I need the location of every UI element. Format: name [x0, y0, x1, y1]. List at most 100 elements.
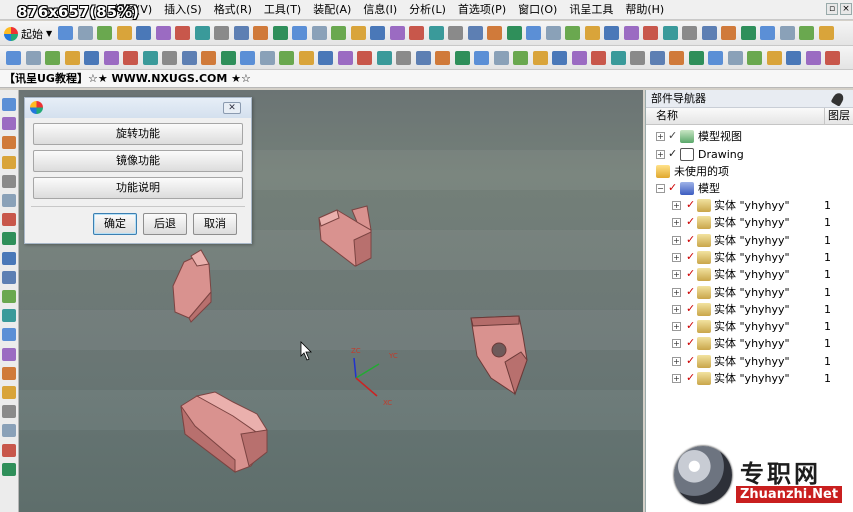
restore-icon[interactable]: ▫	[826, 3, 838, 15]
tree-node-solid-body[interactable]: + ✓ 实体 "yhyhyy" 1	[646, 318, 853, 335]
column-layer[interactable]: 图层	[824, 108, 850, 125]
expand-icon[interactable]: +	[672, 339, 681, 349]
toolbar-tool-icon[interactable]	[708, 51, 723, 65]
menu-item[interactable]: 插入(S)	[158, 3, 208, 17]
mirror-function-button[interactable]: 镜像功能	[33, 150, 243, 172]
toolbar-tool-icon[interactable]	[84, 51, 99, 65]
toolbar-tool-icon[interactable]	[779, 26, 795, 40]
close-window-icon[interactable]: ×	[840, 3, 852, 15]
toolbar-tool-icon[interactable]	[58, 26, 73, 40]
resource-tab-icon[interactable]	[2, 347, 16, 361]
expand-icon[interactable]: +	[672, 252, 681, 262]
toolbar-tool-icon[interactable]	[331, 26, 346, 40]
toolbar-tool-icon[interactable]	[64, 51, 80, 65]
menu-item[interactable]: 信息(I)	[357, 3, 403, 17]
toolbar-tool-icon[interactable]	[467, 26, 483, 40]
expand-icon[interactable]: +	[672, 201, 681, 210]
toolbar-tool-icon[interactable]	[220, 51, 236, 65]
toolbar-tool-icon[interactable]	[513, 51, 528, 65]
toolbar-tool-icon[interactable]	[604, 26, 619, 40]
toolbar-tool-icon[interactable]	[474, 51, 489, 65]
resource-tab-icon[interactable]	[2, 98, 16, 111]
resource-tab-icon[interactable]	[2, 270, 16, 284]
function-help-button[interactable]: 功能说明	[33, 177, 243, 199]
menu-item[interactable]: 装配(A)	[307, 3, 357, 17]
menu-item[interactable]: 分析(L)	[403, 3, 452, 17]
cancel-button[interactable]: 取消	[193, 213, 237, 235]
toolbar-tool-icon[interactable]	[370, 26, 385, 40]
toolbar-tool-icon[interactable]	[454, 51, 470, 65]
toolbar-tool-icon[interactable]	[630, 51, 645, 65]
toolbar-tool-icon[interactable]	[103, 51, 119, 65]
toolbar-tool-icon[interactable]	[337, 51, 353, 65]
toolbar-tool-icon[interactable]	[545, 26, 561, 40]
toolbar-tool-icon[interactable]	[740, 26, 756, 40]
solid-body-part[interactable]	[470, 315, 528, 396]
toolbar-tool-icon[interactable]	[526, 26, 541, 40]
toolbar-tool-icon[interactable]	[194, 26, 210, 40]
tree-node-solid-body[interactable]: + ✓ 实体 "yhyhyy" 1	[646, 232, 853, 249]
close-icon[interactable]: ✕	[223, 102, 241, 114]
toolbar-tool-icon[interactable]	[155, 26, 171, 40]
start-button[interactable]: 起始 ▼	[4, 25, 52, 42]
toolbar-tool-icon[interactable]	[825, 51, 840, 65]
toolbar-tool-icon[interactable]	[584, 26, 600, 40]
toolbar-tool-icon[interactable]	[649, 51, 665, 65]
toolbar-tool-icon[interactable]	[610, 51, 626, 65]
resource-tab-icon[interactable]	[2, 194, 16, 207]
tree-node-solid-body[interactable]: + ✓ 实体 "yhyhyy" 1	[646, 284, 853, 301]
toolbar-tool-icon[interactable]	[97, 26, 112, 40]
menu-item[interactable]: 首选项(P)	[452, 3, 512, 17]
resource-tab-icon[interactable]	[2, 213, 16, 227]
toolbar-tool-icon[interactable]	[240, 51, 255, 65]
toolbar-tool-icon[interactable]	[136, 26, 151, 40]
back-button[interactable]: 后退	[143, 213, 187, 235]
toolbar-tool-icon[interactable]	[688, 51, 704, 65]
toolbar-tool-icon[interactable]	[162, 51, 177, 65]
toolbar-tool-icon[interactable]	[591, 51, 606, 65]
menu-item[interactable]: 讯呈工具	[563, 3, 619, 17]
toolbar-tool-icon[interactable]	[253, 26, 268, 40]
toolbar-tool-icon[interactable]	[376, 51, 392, 65]
toolbar-tool-icon[interactable]	[214, 26, 229, 40]
toolbar-tool-icon[interactable]	[116, 26, 132, 40]
menu-item[interactable]: 工具(T)	[258, 3, 307, 17]
solid-body-part[interactable]	[180, 391, 268, 474]
toolbar-tool-icon[interactable]	[292, 26, 307, 40]
toolbar-tool-icon[interactable]	[805, 51, 821, 65]
toolbar-tool-icon[interactable]	[181, 51, 197, 65]
toolbar-tool-icon[interactable]	[350, 26, 366, 40]
resource-tab-icon[interactable]	[2, 328, 16, 342]
expand-icon[interactable]: +	[672, 235, 681, 245]
toolbar-tool-icon[interactable]	[233, 26, 249, 40]
resource-tab-icon[interactable]	[2, 251, 16, 265]
ok-button[interactable]: 确定	[93, 213, 137, 235]
expand-icon[interactable]: +	[672, 218, 681, 228]
toolbar-tool-icon[interactable]	[721, 26, 736, 40]
resource-tab-icon[interactable]	[2, 232, 16, 246]
rotate-function-button[interactable]: 旋转功能	[33, 123, 243, 145]
expand-icon[interactable]: +	[672, 374, 681, 383]
toolbar-tool-icon[interactable]	[201, 51, 216, 65]
toolbar-tool-icon[interactable]	[565, 26, 580, 40]
expand-icon[interactable]: +	[656, 150, 665, 159]
resource-tab-icon[interactable]	[2, 386, 16, 399]
tree-node-solid-body[interactable]: + ✓ 实体 "yhyhyy" 1	[646, 301, 853, 318]
toolbar-tool-icon[interactable]	[487, 26, 502, 40]
tree-node-solid-body[interactable]: + ✓ 实体 "yhyhyy" 1	[646, 370, 853, 387]
toolbar-tool-icon[interactable]	[298, 51, 314, 65]
resource-tab-icon[interactable]	[2, 117, 16, 131]
toolbar-tool-icon[interactable]	[623, 26, 639, 40]
resource-tab-icon[interactable]	[2, 290, 16, 303]
toolbar-tool-icon[interactable]	[409, 26, 424, 40]
toolbar-tool-icon[interactable]	[786, 51, 801, 65]
toolbar-tool-icon[interactable]	[272, 26, 288, 40]
toolbar-tool-icon[interactable]	[818, 26, 834, 40]
toolbar-tool-icon[interactable]	[701, 26, 717, 40]
toolbar-tool-icon[interactable]	[669, 51, 684, 65]
toolbar-tool-icon[interactable]	[389, 26, 405, 40]
toolbar-tool-icon[interactable]	[318, 51, 333, 65]
toolbar-tool-icon[interactable]	[259, 51, 275, 65]
resource-tab-icon[interactable]	[2, 443, 16, 457]
toolbar-tool-icon[interactable]	[552, 51, 567, 65]
